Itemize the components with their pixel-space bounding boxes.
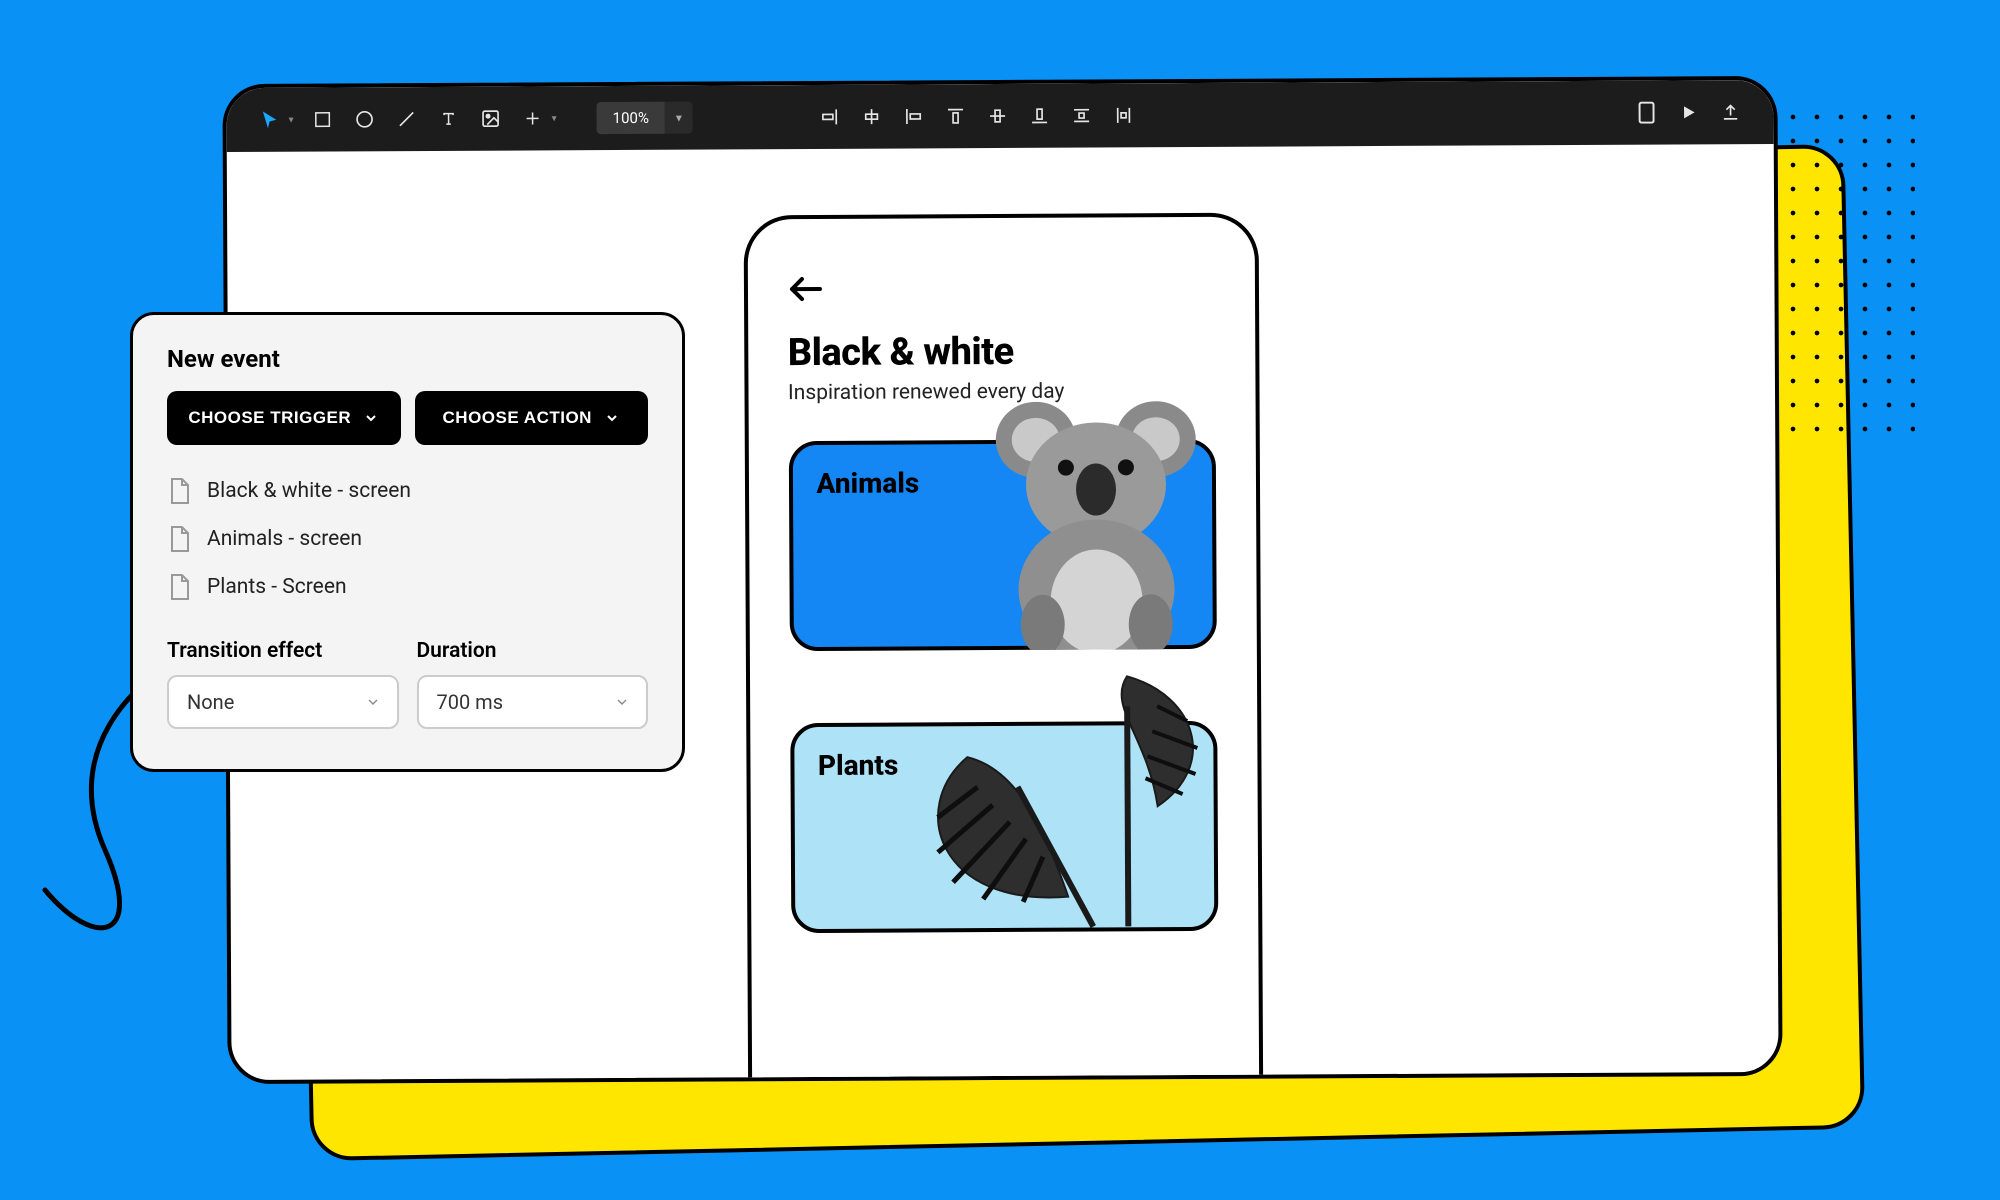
align-left-icon[interactable]	[895, 97, 933, 135]
back-arrow-icon[interactable]	[787, 275, 821, 303]
device-preview-icon[interactable]	[1627, 94, 1665, 132]
chevron-down-icon	[365, 694, 381, 710]
rectangle-tool-icon[interactable]	[304, 100, 342, 138]
distribute-h-icon[interactable]	[1105, 96, 1143, 134]
screen-list: Black & white - screen Animals - screen …	[167, 467, 648, 611]
distribute-v-icon[interactable]	[1063, 96, 1101, 134]
transition-effect-label: Transition effect	[167, 639, 399, 663]
list-item-label: Plants - Screen	[207, 575, 347, 599]
play-icon[interactable]	[1669, 93, 1707, 131]
choose-trigger-button[interactable]: CHOOSE TRIGGER	[167, 391, 401, 445]
button-label: CHOOSE ACTION	[443, 408, 592, 428]
koala-image	[955, 389, 1236, 650]
phone-artboard[interactable]: Black & white Inspiration renewed every …	[743, 213, 1263, 1084]
new-event-panel: New event CHOOSE TRIGGER CHOOSE ACTION B…	[130, 312, 685, 772]
duration-select[interactable]: 700 ms	[417, 675, 649, 729]
panel-title: New event	[167, 345, 648, 373]
image-tool-icon[interactable]	[472, 100, 510, 138]
line-tool-icon[interactable]	[388, 100, 426, 138]
zoom-value[interactable]: 100%	[597, 102, 665, 134]
list-item[interactable]: Black & white - screen	[167, 467, 648, 515]
plants-image	[896, 666, 1247, 948]
add-tool-icon[interactable]	[514, 99, 552, 137]
zoom-control[interactable]: 100% ▾	[597, 102, 693, 135]
align-top-icon[interactable]	[937, 97, 975, 135]
chevron-down-icon	[363, 410, 379, 426]
button-label: CHOOSE TRIGGER	[188, 408, 351, 428]
text-tool-icon[interactable]	[430, 100, 468, 138]
file-icon	[169, 573, 191, 601]
align-right-icon[interactable]	[811, 98, 849, 136]
align-middle-v-icon[interactable]	[979, 97, 1017, 135]
chevron-down-icon[interactable]: ▾	[289, 114, 294, 125]
select-value: None	[187, 690, 234, 714]
file-icon	[169, 477, 191, 505]
upload-icon[interactable]	[1711, 93, 1749, 131]
list-item[interactable]: Plants - Screen	[167, 563, 648, 611]
chevron-down-icon	[614, 694, 630, 710]
file-icon	[169, 525, 191, 553]
transition-effect-select[interactable]: None	[167, 675, 399, 729]
list-item-label: Animals - screen	[207, 527, 362, 551]
list-item-label: Black & white - screen	[207, 479, 411, 503]
chevron-down-icon[interactable]: ▾	[665, 111, 693, 125]
ellipse-tool-icon[interactable]	[346, 100, 384, 138]
align-bottom-icon[interactable]	[1021, 97, 1059, 135]
chevron-down-icon[interactable]: ▾	[552, 113, 557, 124]
list-item[interactable]: Animals - screen	[167, 515, 648, 563]
align-center-h-icon[interactable]	[853, 98, 891, 136]
select-value: 700 ms	[437, 690, 504, 714]
screen-title: Black & white	[788, 329, 1215, 375]
toolbar: ▾ ▾ 100% ▾	[226, 80, 1773, 152]
duration-label: Duration	[417, 639, 649, 663]
chevron-down-icon	[604, 410, 620, 426]
choose-action-button[interactable]: CHOOSE ACTION	[415, 391, 649, 445]
select-tool-icon[interactable]	[250, 101, 288, 139]
